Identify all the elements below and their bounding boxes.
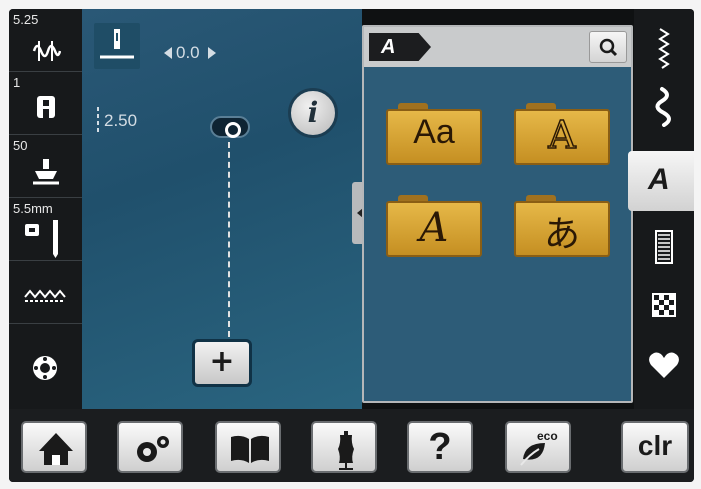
home-icon (39, 433, 73, 465)
outline-font-folder[interactable]: A (514, 103, 610, 165)
practical-stitches-tab[interactable] (634, 21, 694, 76)
stitch-preview-line (228, 132, 230, 337)
needle-icon (25, 220, 58, 258)
search-icon (599, 38, 618, 57)
dress-form-icon (338, 431, 354, 470)
folder-glyph: A (548, 112, 577, 158)
needle-button[interactable]: 5.5mm (9, 198, 82, 261)
practical-stitches-icon (658, 28, 670, 69)
script-font-folder[interactable]: A (386, 195, 482, 257)
alphabets-tab[interactable]: A (628, 151, 694, 211)
stitch-length-value: 2.50 (104, 111, 138, 130)
sewing-consultant-button[interactable] (311, 421, 377, 473)
gear-icon (137, 436, 169, 462)
thread-tension-button[interactable]: 5.25 (9, 9, 82, 72)
home-button[interactable] (21, 421, 87, 473)
chevron-left-icon[interactable] (164, 47, 172, 59)
thread-tension-value: 5.25 (13, 12, 39, 27)
quilt-stitches-icon (652, 293, 676, 317)
clear-button[interactable]: clr (621, 421, 689, 473)
add-button[interactable]: + (192, 339, 252, 387)
personal-program-tab[interactable] (634, 339, 694, 394)
folder-glyph: Aa (413, 113, 455, 151)
stitch-work-area: 0.0 2.50 i + (82, 9, 362, 409)
help-button[interactable]: ? (407, 421, 473, 473)
folder-glyph: A (419, 205, 449, 251)
search-button[interactable] (589, 31, 627, 63)
japanese-font-folder[interactable]: あ (514, 195, 610, 257)
needle-value: 5.5mm (13, 201, 53, 216)
bobbin-icon (33, 356, 57, 380)
textbook-font-folder[interactable]: Aa (386, 103, 482, 165)
feed-dog-icon (24, 289, 66, 302)
bottom-toolbar: ? eco clr (9, 409, 694, 482)
leaf-icon (520, 443, 545, 466)
eco-button[interactable]: eco (505, 421, 571, 473)
stitch-width-value: 0.0 (176, 43, 200, 62)
heart-icon (649, 352, 679, 378)
alphabet-selection-panel: A Aa A A あ (362, 25, 633, 403)
stitch-length-icon (97, 107, 99, 133)
needle-position-button[interactable] (94, 23, 140, 69)
bobbin-button[interactable] (9, 324, 82, 409)
tutorial-button[interactable] (215, 421, 281, 473)
buttonholes-icon (655, 230, 673, 264)
book-icon (231, 435, 269, 463)
stitch-plate-value: 1 (13, 75, 21, 90)
buttonholes-tab[interactable] (634, 219, 694, 274)
left-status-bar: 5.25 1 50 5.5mm (9, 9, 82, 409)
feed-dog-button[interactable] (9, 261, 82, 324)
info-button[interactable]: i (288, 88, 338, 138)
stitch-plate-icon (37, 96, 55, 118)
folder-glyph: あ (543, 214, 580, 255)
alphabets-icon: A (648, 163, 670, 196)
setup-button[interactable] (117, 421, 183, 473)
alphabet-mode-tag: A (369, 33, 431, 61)
presser-foot-icon (33, 159, 59, 185)
decorative-stitches-icon (655, 87, 671, 127)
chevron-right-icon[interactable] (208, 47, 216, 59)
stitch-preview-handle[interactable] (210, 116, 250, 138)
decorative-stitches-tab[interactable] (634, 79, 694, 134)
stitch-category-bar: A (628, 9, 694, 409)
quilt-stitches-tab[interactable] (634, 279, 694, 334)
sewing-machine-screen: 5.25 1 50 5.5mm 0.0 2.50 i + A Aa A A あ … (9, 9, 694, 482)
panel-header: A (364, 27, 631, 67)
presser-foot-pressure-button[interactable]: 50 (9, 135, 82, 198)
stitch-plate-button[interactable]: 1 (9, 72, 82, 135)
needle-position-icon (100, 29, 134, 59)
thread-tension-icon (32, 41, 61, 61)
presser-foot-pressure-value: 50 (13, 138, 28, 153)
